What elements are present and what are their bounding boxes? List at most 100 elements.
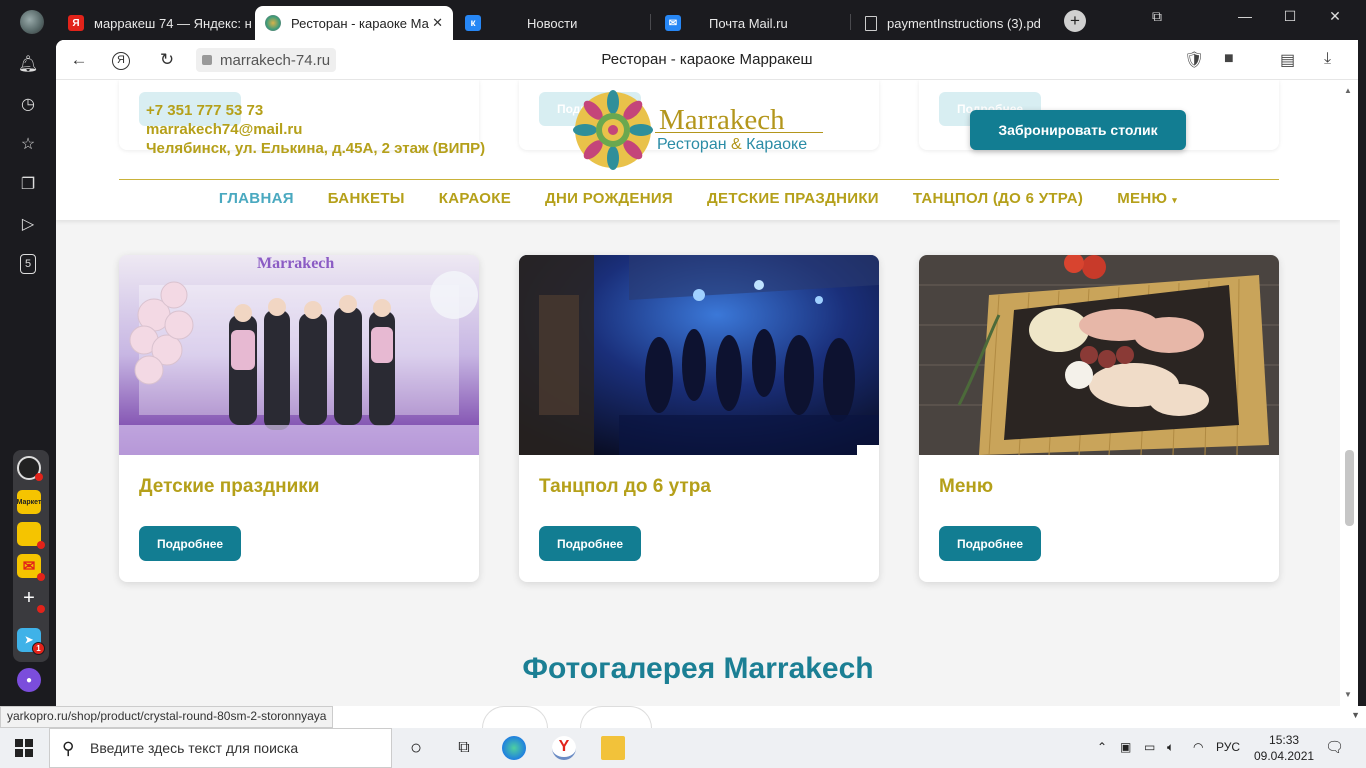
edge-icon[interactable]	[502, 736, 526, 760]
language-indicator[interactable]: РУС	[1216, 740, 1240, 754]
bell-icon[interactable]: 🔔︎	[18, 54, 38, 74]
service-card: Танцпол до 6 утра Подробнее	[519, 255, 879, 582]
new-tab-button[interactable]: +	[1064, 10, 1086, 32]
card-title: Детские праздники	[139, 476, 320, 497]
menu-item-menu[interactable]: МЕНЮ ▾	[1117, 190, 1177, 207]
mandala-logo-icon	[573, 90, 653, 170]
search-icon: ⚲	[62, 739, 75, 758]
food-platter-photo[interactable]	[919, 255, 1279, 455]
add-app-icon[interactable]: +	[17, 586, 45, 613]
mandala-icon	[265, 15, 281, 31]
tab-restaurant[interactable]: Ресторан - караоке Ма ✕	[255, 6, 453, 40]
browser-tab-bar: Я марракеш 74 — Яндекс: н Ресторан - кар…	[0, 0, 1366, 40]
web-page: Подробнее Подробнее +7 351 777 53 73 mar…	[56, 80, 1340, 706]
logo-divider	[655, 132, 823, 133]
vk-icon: к	[465, 15, 481, 31]
tab-pdf[interactable]: paymentInstructions (3).pd	[855, 6, 1050, 40]
volume-icon[interactable]: 🔈︎	[1167, 740, 1174, 755]
book-table-button[interactable]: Забронировать столик	[970, 110, 1186, 150]
page-scrollbar[interactable]: ▲ ▼	[1340, 80, 1358, 706]
chevron-down-icon: ▾	[1172, 195, 1178, 205]
windows-start-icon[interactable]	[12, 736, 36, 760]
collections-icon[interactable]: ❐	[18, 174, 38, 194]
menu-item-karaoke[interactable]: КАРАОКЕ	[439, 190, 511, 207]
url-field[interactable]: marrakech-74.ru	[196, 48, 337, 72]
menu-item-home[interactable]: ГЛАВНАЯ	[219, 190, 294, 207]
play-icon[interactable]: ▷	[18, 214, 38, 234]
maximize-button[interactable]: ☐	[1275, 8, 1305, 25]
star-icon[interactable]: ☆	[18, 134, 38, 154]
taskbar-clock[interactable]: 15:33 09.04.2021	[1254, 732, 1314, 764]
mail-app-icon[interactable]: ✉	[17, 554, 45, 581]
yandex-home-icon[interactable]: Я	[112, 52, 130, 70]
tab-separator	[850, 14, 851, 30]
downloads-icon[interactable]: ⤓	[1324, 50, 1331, 68]
background-graphic	[482, 706, 548, 728]
email-link[interactable]: marrakech74@mail.ru	[146, 121, 302, 138]
bookmark-icon[interactable]: ■	[1224, 50, 1234, 68]
tray-expand-icon[interactable]: ⌃	[1097, 740, 1107, 754]
service-card: Marrakech Детские праздники Подробнее	[119, 255, 479, 582]
minimize-button[interactable]: —	[1230, 8, 1260, 24]
battery-icon[interactable]: ▭	[1144, 740, 1155, 754]
close-window-button[interactable]: ✕	[1320, 8, 1350, 25]
more-button[interactable]: Подробнее	[139, 526, 241, 561]
menu-item-kids-parties[interactable]: ДЕТСКИЕ ПРАЗДНИКИ	[707, 190, 879, 207]
scroll-down-icon[interactable]: ▼	[1344, 690, 1352, 699]
back-icon[interactable]: ←	[68, 50, 90, 70]
dance-floor-photo[interactable]	[519, 255, 879, 455]
card-title: Танцпол до 6 утра	[539, 476, 711, 497]
mail-icon: ✉	[665, 15, 681, 31]
more-button[interactable]: Подробнее	[939, 526, 1041, 561]
browser-sidebar: 🔔︎ ◷ ☆ ❐ ▷ 5 Маркет ✉ + ➤ 1 ●	[0, 40, 56, 706]
menu-divider	[119, 179, 1279, 180]
network-icon[interactable]: ◠	[1193, 740, 1203, 754]
reader-icon[interactable]: ▤	[1280, 50, 1295, 70]
scroll-down-icon[interactable]: ▼	[1351, 710, 1360, 720]
yandex-icon: Я	[68, 15, 84, 31]
tabs-overview-icon[interactable]: ⧉	[1142, 8, 1172, 25]
meet-icon[interactable]: ▣	[1120, 740, 1131, 754]
taskbar-search-input[interactable]: ⚲ Введите здесь текст для поиска	[49, 728, 392, 768]
task-view-icon[interactable]: ⧉	[452, 736, 476, 760]
profile-avatar[interactable]	[20, 10, 44, 34]
windows-taskbar: ⚲ Введите здесь текст для поиска ○ ⧉ Y ⌃…	[0, 728, 1366, 768]
site-logo[interactable]: Marrakech Ресторан & Караоке	[573, 90, 823, 170]
history-icon[interactable]: ◷	[18, 94, 38, 114]
scroll-up-icon[interactable]: ▲	[1344, 86, 1352, 95]
menu-item-birthdays[interactable]: ДНИ РОЖДЕНИЯ	[545, 190, 673, 207]
lock-icon	[202, 55, 212, 65]
protect-icon[interactable]: 🛡︎	[1184, 50, 1204, 70]
status-strip: yarkopro.ru/shop/product/crystal-round-8…	[0, 706, 1366, 728]
phone-link[interactable]: +7 351 777 53 73	[146, 102, 263, 119]
scrollbar-thumb[interactable]	[1345, 450, 1354, 526]
file-icon	[865, 15, 877, 31]
tab-counter-icon[interactable]: 5	[20, 254, 36, 274]
menu-item-dance-floor[interactable]: ТАНЦПОЛ (ДО 6 УТРА)	[913, 190, 1083, 207]
notifications-icon[interactable]: 🗨︎	[1325, 738, 1344, 756]
more-button[interactable]: Подробнее	[539, 526, 641, 561]
market-icon[interactable]: Маркет	[17, 490, 41, 514]
site-header: Подробнее Подробнее +7 351 777 53 73 mar…	[56, 80, 1340, 220]
file-explorer-icon[interactable]	[601, 736, 625, 760]
reload-icon[interactable]: ↻	[156, 50, 178, 70]
alice-icon[interactable]: ●	[17, 668, 41, 692]
tab-mail[interactable]: ✉ Почта Mail.ru	[655, 6, 845, 40]
menu-item-banquets[interactable]: БАНКЕТЫ	[328, 190, 405, 207]
main-menu: ГЛАВНАЯ БАНКЕТЫ КАРАОКЕ ДНИ РОЖДЕНИЯ ДЕТ…	[56, 190, 1340, 207]
kids-party-photo[interactable]: Marrakech	[119, 255, 479, 455]
alice-station-icon[interactable]	[17, 456, 43, 481]
tab-vk-news[interactable]: к Новости	[455, 6, 645, 40]
messenger-icon[interactable]: ➤ 1	[17, 628, 45, 655]
cortana-icon[interactable]: ○	[404, 736, 428, 760]
close-tab-icon[interactable]: ✕	[432, 15, 443, 31]
background-graphic	[580, 706, 652, 728]
logo-subtitle: Ресторан & Караоке	[657, 136, 808, 153]
service-card: Меню Подробнее	[919, 255, 1279, 582]
browser-viewport: ← Я ↻ marrakech-74.ru Ресторан - караоке…	[56, 40, 1358, 706]
tab-yandex-search[interactable]: Я марракеш 74 — Яндекс: н	[58, 6, 252, 40]
yandex-browser-icon[interactable]: Y	[552, 736, 576, 760]
status-url: yarkopro.ru/shop/product/crystal-round-8…	[0, 706, 334, 728]
address-text: Челябинск, ул. Елькина, д.45А, 2 этаж (В…	[146, 140, 486, 157]
notes-icon[interactable]	[17, 522, 45, 549]
